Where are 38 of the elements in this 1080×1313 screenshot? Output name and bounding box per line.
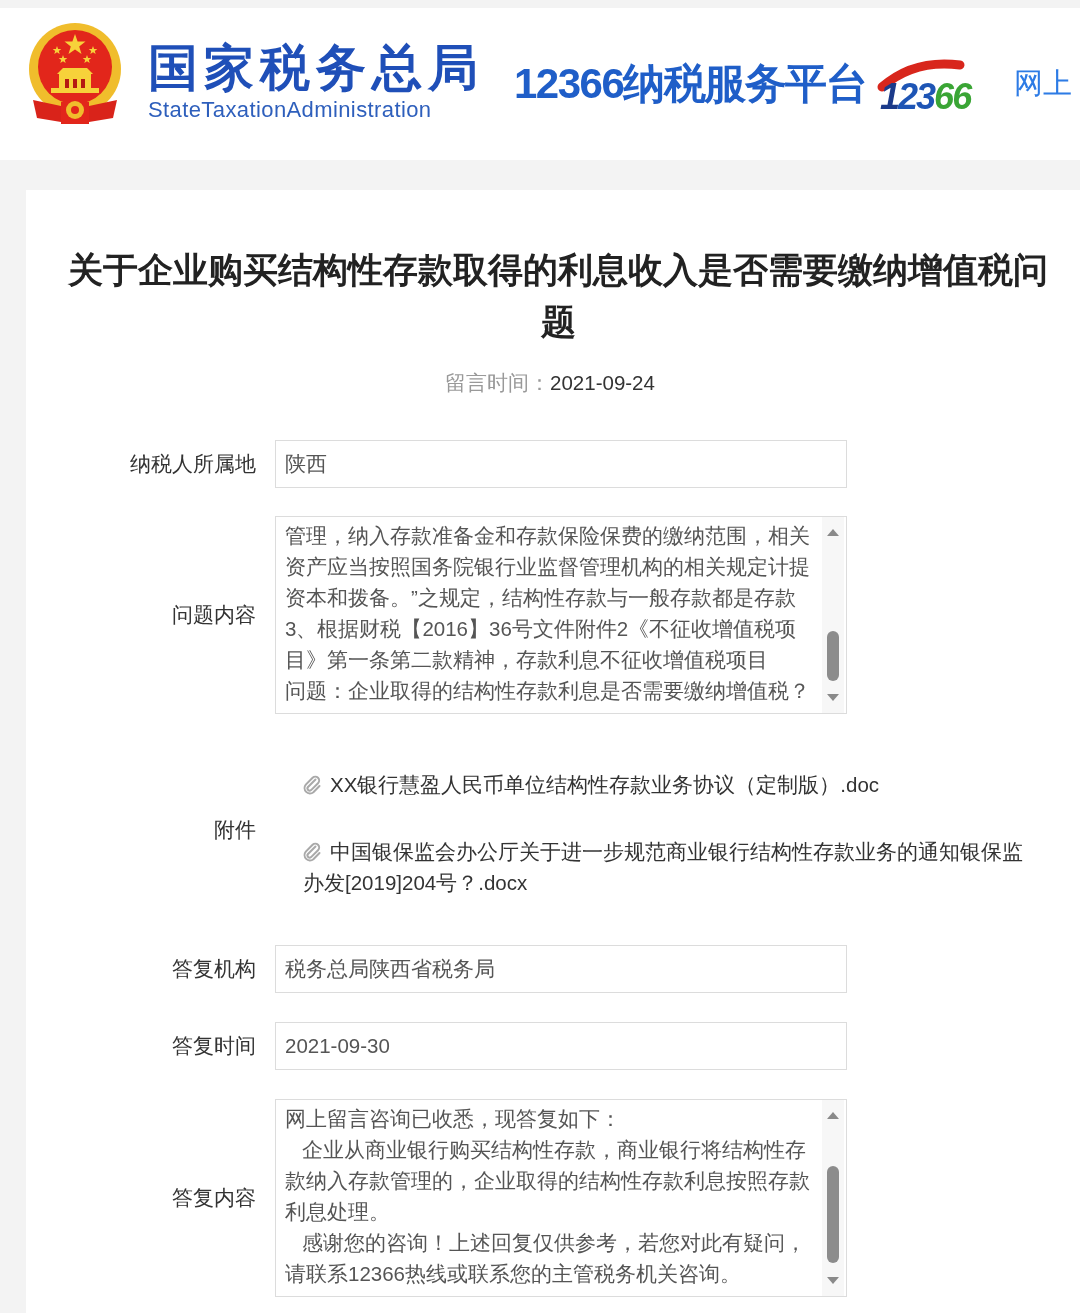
article-title: 关于企业购买结构性存款取得的利息收入是否需要缴纳增值税问题 — [67, 249, 1049, 343]
textarea-paragraph: 问题：企业取得的结构性存款利息是否需要缴纳增值税？ — [285, 678, 811, 704]
emblem-icon — [27, 22, 123, 127]
textarea-paragraph: 管理，纳入存款准备金和存款保险保费的缴纳范围，相关资产应当按照国务院银行业监督管理机构的相关规定计提资本和拨备。”之规定，结构性存款与一般存款都是存款 — [285, 523, 811, 611]
scrollbar-thumb[interactable] — [827, 1166, 839, 1263]
input-field[interactable]: 2021-09-30 — [275, 1022, 847, 1070]
textarea-paragraph: 3、根据财税【2016】36号文件附件2《不征收增值税项目》第一条第二款精神，存款利息不征收增值税项目 — [285, 616, 798, 673]
attachment-link[interactable]: XX银行慧盈人民币单位结构性存款业务协议（定制版）.doc — [303, 769, 880, 800]
agency-name-english: StateTaxationAdministration — [148, 97, 433, 123]
field-label: 答复时间 — [171, 1033, 256, 1059]
textarea-field[interactable]: 管理，纳入存款准备金和存款保险保费的缴纳范围，相关资产应当按照国务院银行业监督管理机构的相关规定计提资本和拨备。”之规定，结构性存款与一般存款都是存款 3、根据财税【2016】36号文件附件2《不征收增值税项目》第一条第二款精神，存款利息不征收增值税项目 问题：企业取得的结构性存款利息是否需要缴纳增值税？ — [275, 516, 847, 714]
field-label: 答复机构 — [171, 956, 256, 982]
field-label: 答复内容 — [171, 1185, 256, 1211]
scroll-up-icon[interactable] — [827, 529, 839, 536]
textarea-paragraph: 感谢您的咨询！上述回复仅供参考，若您对此有疑问，请联系12366热线或联系您的主管税务机关咨询。 — [285, 1230, 808, 1287]
input-field[interactable]: 税务总局陕西省税务局 — [275, 945, 847, 993]
textarea-paragraph: 企业从商业银行购买结构性存款，商业银行将结构性存款纳入存款管理的，企业取得的结构性存款利息按照存款利息处理。 — [285, 1137, 811, 1225]
posted-label: 留言时间： — [445, 371, 551, 394]
scrollbar-thumb[interactable] — [827, 631, 839, 681]
platform-name: 12366纳税服务平台 — [514, 59, 867, 109]
header-link[interactable]: 网上 — [1014, 64, 1073, 104]
scrollbar-track[interactable] — [822, 1100, 844, 1296]
input-field[interactable]: 陕西 — [275, 440, 847, 488]
posted-date: 2021-09-24 — [550, 371, 655, 394]
field-label: 附件 — [213, 816, 256, 843]
paperclip-icon — [303, 842, 321, 862]
textarea-field[interactable]: 网上留言咨询已收悉，现答复如下： 企业从商业银行购买结构性存款，商业银行将结构性存款纳入存款管理的，企业取得的结构性存款利息按照存款利息处理。 感谢您的咨询！上述回复仅供参考，若您对此有疑问，请联系12366热线或联系您的主管税务机关咨询。 — [275, 1099, 847, 1297]
scrollbar-track[interactable] — [822, 517, 844, 713]
hotline-logo: 12366 — [874, 51, 987, 117]
textarea-paragraph: 网上留言咨询已收悉，现答复如下： — [285, 1106, 622, 1132]
scroll-down-icon[interactable] — [827, 694, 839, 701]
scroll-down-icon[interactable] — [827, 1277, 839, 1284]
field-label: 问题内容 — [171, 602, 256, 628]
paperclip-icon — [303, 775, 321, 795]
field-label: 纳税人所属地 — [129, 451, 256, 477]
scroll-up-icon[interactable] — [827, 1112, 839, 1119]
agency-name: 国家税务总局 — [148, 39, 484, 97]
attachment-link[interactable]: 中国银保监会办公厅关于进一步规范商业银行结构性存款业务的通知银保监办发[2019]204号？.docx — [303, 836, 1040, 898]
